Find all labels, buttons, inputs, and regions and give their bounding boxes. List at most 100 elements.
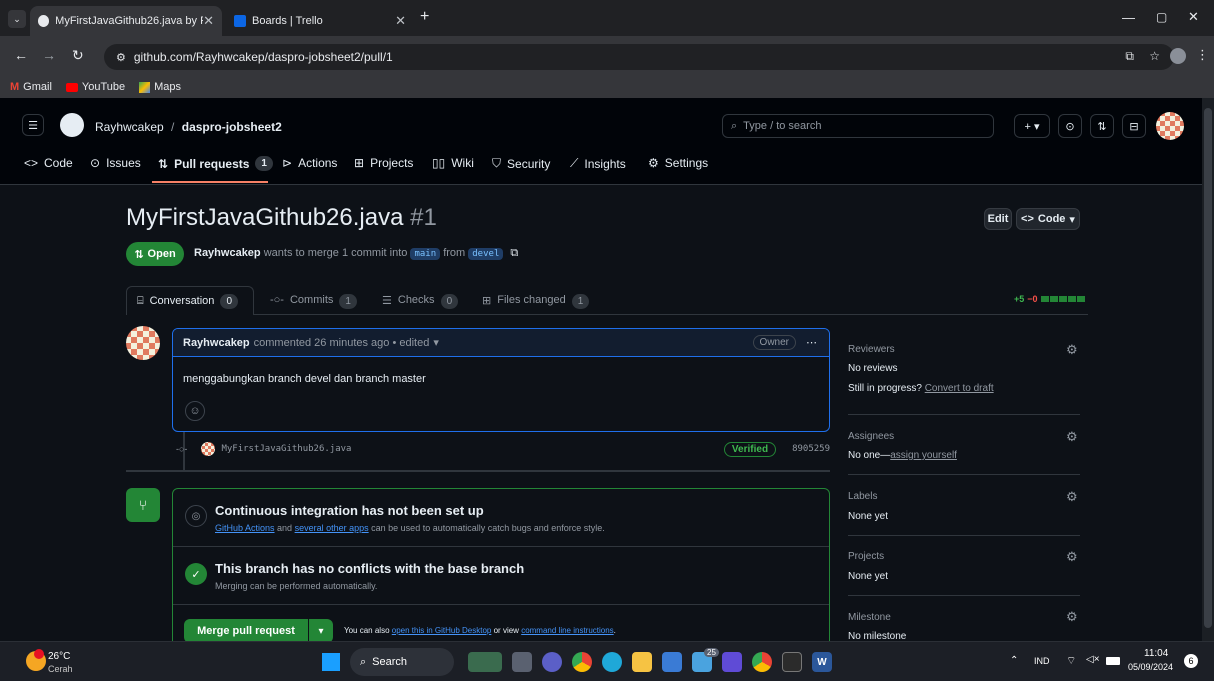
reload-icon[interactable]: ↻ bbox=[72, 47, 84, 64]
install-icon[interactable]: ⧉ bbox=[1125, 49, 1134, 64]
pull-requests-icon[interactable]: ⇅ bbox=[1090, 114, 1114, 138]
chevron-down-icon[interactable]: ▾ bbox=[433, 336, 439, 349]
new-tab-icon[interactable]: + bbox=[420, 8, 429, 26]
scrollbar[interactable] bbox=[1202, 98, 1214, 641]
tab-actions[interactable]: ⊳ Actions bbox=[282, 156, 337, 170]
back-icon[interactable]: ← bbox=[14, 47, 28, 63]
browser-menu-icon[interactable]: ⋮ bbox=[1196, 47, 1209, 63]
close-icon[interactable]: ✕ bbox=[395, 13, 406, 29]
kebab-menu-icon[interactable]: ⋯ bbox=[806, 336, 817, 349]
breadcrumb-repo[interactable]: daspro-jobsheet2 bbox=[182, 120, 282, 134]
tab-checks[interactable]: ☰ Checks 0 bbox=[382, 294, 459, 309]
sidebar-projects-heading[interactable]: Projects bbox=[848, 551, 884, 562]
breadcrumb-owner[interactable]: Rayhwcakep bbox=[95, 120, 164, 134]
copy-icon[interactable]: ⧉ bbox=[510, 247, 518, 259]
taskbar-search[interactable]: ⌕ Search bbox=[350, 648, 454, 676]
forward-icon[interactable]: → bbox=[42, 47, 56, 63]
merge-method-dropdown[interactable]: ▾ bbox=[309, 619, 333, 643]
wifi-icon[interactable]: ⌔ bbox=[1066, 654, 1076, 668]
tab-conversation[interactable]: ⌸ Conversation 0 bbox=[126, 286, 254, 315]
tab-security[interactable]: ⛉ Security bbox=[492, 156, 550, 171]
tab-code[interactable]: <> Code bbox=[24, 156, 73, 170]
sidebar-milestone-heading[interactable]: Milestone bbox=[848, 612, 891, 623]
site-info-icon[interactable]: ⚙ bbox=[116, 51, 126, 64]
window-close-icon[interactable]: ✕ bbox=[1188, 9, 1199, 25]
sidebar-labels-heading[interactable]: Labels bbox=[848, 491, 877, 502]
language-indicator[interactable]: IND bbox=[1034, 656, 1050, 666]
scrollbar-thumb[interactable] bbox=[1204, 108, 1212, 628]
inbox-icon[interactable]: ⊟ bbox=[1122, 114, 1146, 138]
tray-chevron-icon[interactable]: ⌃ bbox=[1010, 655, 1018, 666]
task-view-icon[interactable] bbox=[512, 652, 532, 672]
comment-author[interactable]: Rayhwcakep bbox=[183, 337, 250, 349]
app-icon[interactable] bbox=[722, 652, 742, 672]
code-button[interactable]: <> Code ▾ bbox=[1016, 208, 1080, 230]
chrome-active-icon[interactable] bbox=[752, 652, 772, 672]
weather-temp[interactable]: 26°C bbox=[48, 651, 70, 662]
browser-tab-trello[interactable]: Boards | Trello ✕ bbox=[226, 6, 414, 36]
add-reaction-icon[interactable]: ☺ bbox=[185, 401, 205, 421]
bookmark-maps[interactable]: Maps bbox=[139, 81, 181, 93]
file-explorer-icon[interactable] bbox=[632, 652, 652, 672]
restore-icon[interactable]: ▢ bbox=[1156, 10, 1167, 24]
word-icon[interactable]: W bbox=[812, 652, 832, 672]
verified-badge[interactable]: Verified bbox=[723, 441, 777, 457]
store-icon[interactable] bbox=[662, 652, 682, 672]
minimize-icon[interactable]: — bbox=[1122, 10, 1135, 25]
bookmark-star-icon[interactable]: ☆ bbox=[1149, 49, 1160, 63]
merge-pull-request-button[interactable]: Merge pull request bbox=[184, 619, 308, 643]
commit-message[interactable]: MyFirstJavaGithub26.java bbox=[221, 444, 351, 454]
tab-insights[interactable]: ⟋ Insights bbox=[570, 156, 626, 171]
github-logo-icon[interactable] bbox=[60, 113, 84, 137]
sidebar-assignees-heading[interactable]: Assignees bbox=[848, 431, 894, 442]
battery-icon[interactable] bbox=[1106, 657, 1120, 665]
bookmark-gmail[interactable]: M Gmail bbox=[10, 81, 52, 93]
milestone-gear-icon[interactable]: ⚙ bbox=[1066, 609, 1078, 625]
windows-start-icon[interactable] bbox=[322, 653, 340, 671]
tab-projects[interactable]: ⊞ Projects bbox=[354, 156, 413, 170]
user-avatar[interactable] bbox=[1156, 112, 1184, 140]
tab-commits[interactable]: -○- Commits 1 bbox=[270, 294, 357, 309]
reviewers-gear-icon[interactable]: ⚙ bbox=[1066, 342, 1078, 358]
base-branch[interactable]: main bbox=[410, 248, 441, 260]
chrome-icon[interactable] bbox=[572, 652, 592, 672]
tab-wiki[interactable]: ▯▯ Wiki bbox=[432, 156, 474, 170]
sidebar-reviewers-heading[interactable]: Reviewers bbox=[848, 344, 895, 355]
commit-sha[interactable]: 8905259 bbox=[792, 444, 830, 454]
head-branch[interactable]: devel bbox=[468, 248, 504, 260]
projects-gear-icon[interactable]: ⚙ bbox=[1066, 549, 1078, 565]
tab-files-changed[interactable]: ⊞ Files changed 1 bbox=[482, 294, 590, 309]
hamburger-menu-button[interactable]: ☰ bbox=[22, 114, 44, 136]
browser-tab-github[interactable]: MyFirstJavaGithub26.java by Ra ✕ bbox=[30, 6, 222, 36]
ci-description: GitHub Actions and several other apps ca… bbox=[215, 523, 605, 533]
volume-icon[interactable]: ◁× bbox=[1086, 654, 1100, 665]
edit-button[interactable]: Edit bbox=[984, 208, 1012, 230]
notification-badge[interactable]: 6 bbox=[1184, 654, 1198, 668]
address-bar[interactable]: ⚙ github.com/Rayhwcakep/daspro-jobsheet2… bbox=[104, 44, 1174, 70]
pr-author[interactable]: Rayhwcakep bbox=[194, 247, 261, 259]
teams-icon[interactable] bbox=[542, 652, 562, 672]
clock-date[interactable]: 05/09/2024 bbox=[1128, 662, 1173, 672]
tab-settings[interactable]: ⚙ Settings bbox=[648, 156, 708, 170]
pull-request-icon: ⇅ bbox=[134, 248, 144, 261]
edge-icon[interactable] bbox=[602, 652, 622, 672]
terminal-icon[interactable] bbox=[782, 652, 802, 672]
convert-to-draft-link[interactable]: Convert to draft bbox=[925, 383, 994, 394]
issues-icon[interactable]: ⊙ bbox=[1058, 114, 1082, 138]
labels-gear-icon[interactable]: ⚙ bbox=[1066, 489, 1078, 505]
bookmark-youtube[interactable]: YouTube bbox=[65, 81, 125, 93]
tab-pull-requests[interactable]: ⇅ Pull requests 1 bbox=[158, 156, 273, 171]
assign-yourself-link[interactable]: assign yourself bbox=[890, 450, 957, 461]
tab-search-icon[interactable]: ⌄ bbox=[8, 10, 26, 28]
clock-time[interactable]: 11:04 bbox=[1144, 648, 1168, 659]
widget-app-icon[interactable] bbox=[468, 652, 502, 672]
create-new-button[interactable]: + ▾ bbox=[1014, 114, 1050, 138]
assignees-gear-icon[interactable]: ⚙ bbox=[1066, 429, 1078, 445]
avatar[interactable] bbox=[126, 326, 160, 360]
profile-avatar[interactable] bbox=[1170, 48, 1186, 64]
tab-issues[interactable]: ⊙ Issues bbox=[90, 156, 141, 170]
selected-tab-underline bbox=[152, 181, 268, 183]
avatar[interactable] bbox=[201, 442, 216, 456]
search-input[interactable]: ⌕ Type / to search bbox=[722, 114, 994, 138]
close-icon[interactable]: ✕ bbox=[203, 13, 214, 29]
